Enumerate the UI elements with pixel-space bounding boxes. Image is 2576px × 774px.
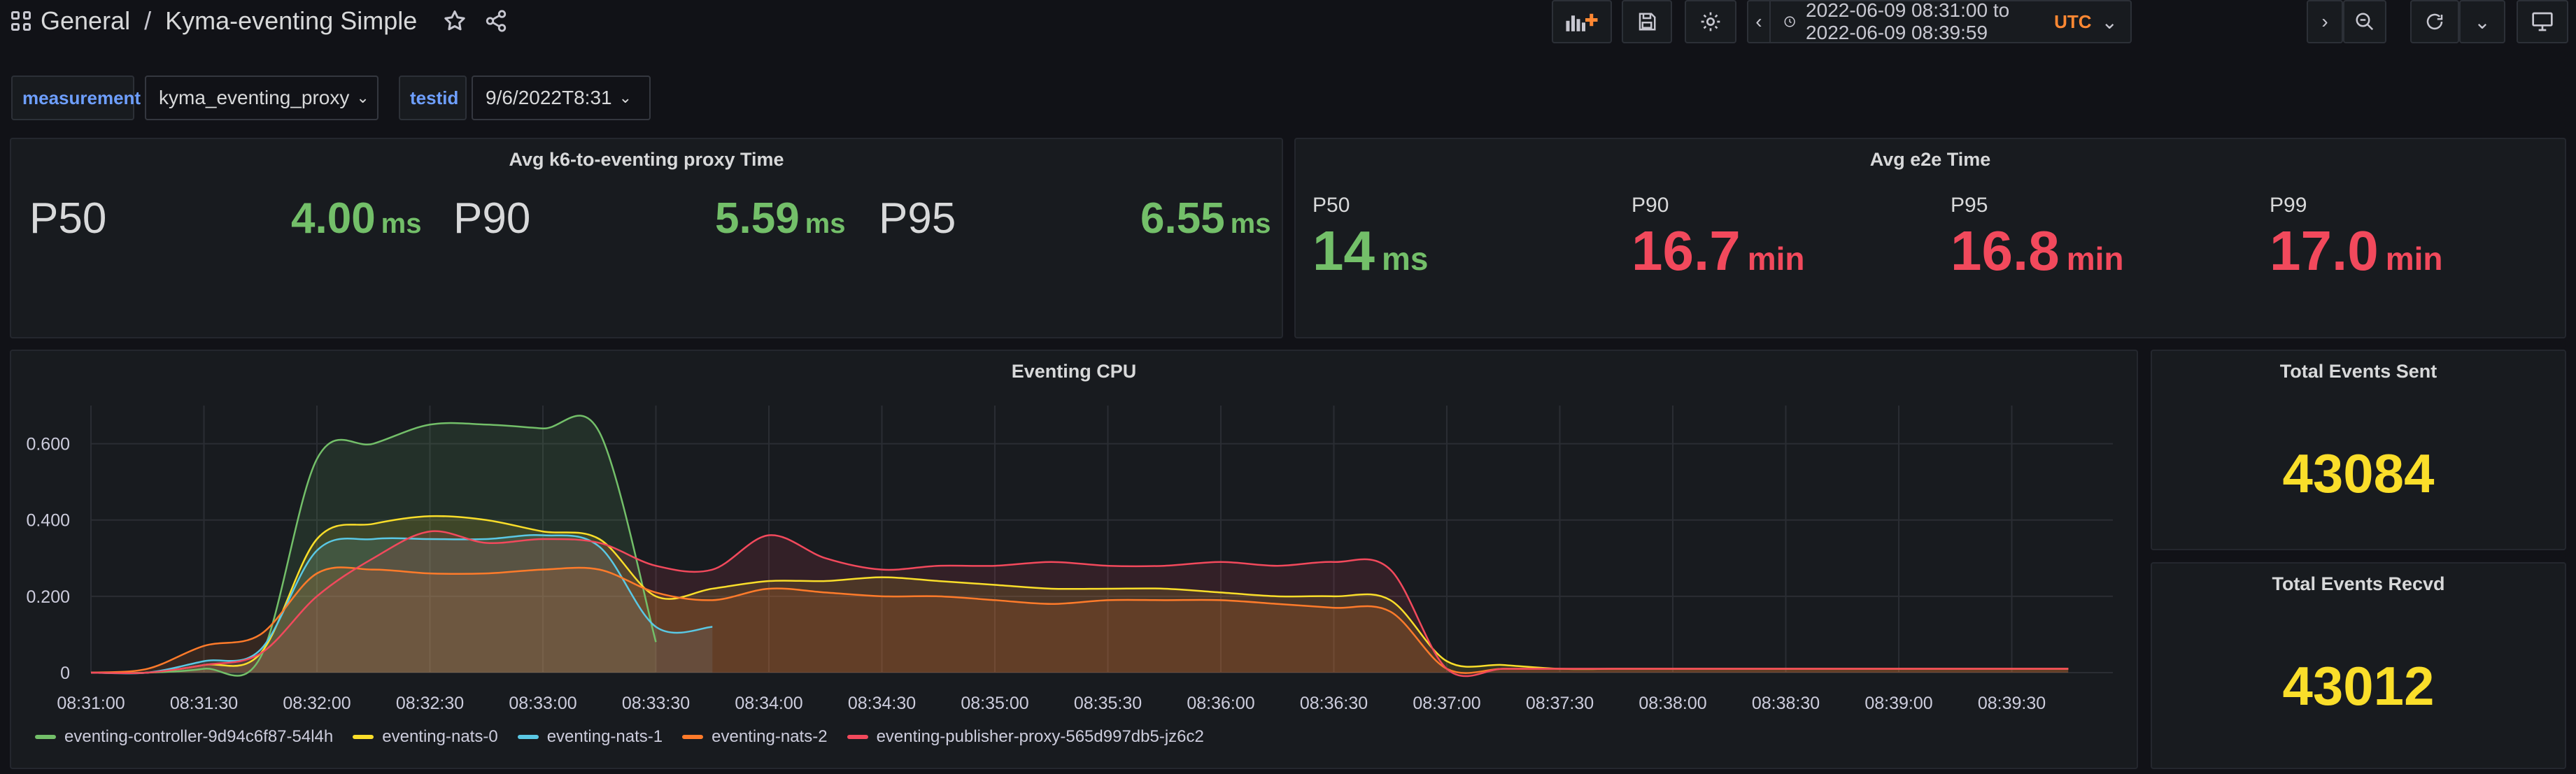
x-tick-label: 08:37:30 — [1526, 694, 1594, 713]
y-tick-label: 0.600 — [26, 435, 70, 454]
eventing-cpu-chart[interactable]: 0 0.200 0.400 0.600 08:31:00 08:31:30 08:32:00… — [0, 0, 2141, 774]
x-tick-label: 08:36:00 — [1187, 694, 1254, 713]
panel-title: Total Events Sent — [2279, 361, 2437, 382]
refresh-button[interactable] — [2410, 0, 2459, 43]
time-forward-button[interactable]: › — [2307, 0, 2343, 43]
stat-value: 43084 — [2282, 443, 2435, 504]
y-tick-label: 0.400 — [26, 511, 70, 531]
zoom-out-icon — [2356, 13, 2374, 31]
refresh-interval-dropdown[interactable]: ⌄ — [2459, 0, 2505, 43]
legend-label: eventing-nats-0 — [382, 727, 498, 746]
tv-mode-button[interactable] — [2517, 0, 2568, 43]
legend-label: eventing-controller-9d94c6f87-54l4h — [64, 727, 334, 746]
legend-swatch — [682, 735, 704, 739]
time-forward-icon: › — [2321, 10, 2328, 32]
legend-swatch — [517, 735, 539, 739]
x-tick-label: 08:38:00 — [1639, 694, 1706, 713]
chevron-down-icon: ⌄ — [2474, 10, 2491, 33]
panel-title: Total Events Recvd — [2272, 573, 2445, 594]
legend-item[interactable]: eventing-nats-1 — [517, 727, 663, 747]
x-tick-label: 08:34:00 — [735, 694, 802, 713]
x-tick-label: 08:31:00 — [57, 694, 125, 713]
x-tick-label: 08:39:30 — [1978, 694, 2046, 713]
x-tick-label: 08:38:30 — [1752, 694, 1820, 713]
x-tick-label: 08:35:30 — [1074, 694, 1142, 713]
refresh-icon — [2426, 13, 2443, 30]
x-tick-label: 08:36:30 — [1300, 694, 1368, 713]
stat-value: 17.0 — [2270, 220, 2379, 282]
legend-swatch — [353, 735, 374, 739]
legend-item[interactable]: eventing-nats-0 — [353, 727, 498, 747]
stat-name: P99 — [2270, 194, 2307, 217]
monitor-icon — [2532, 12, 2553, 31]
legend-label: eventing-nats-1 — [546, 727, 663, 746]
total-events-recvd-panel[interactable]: Total Events Recvd 43012 — [2151, 562, 2566, 769]
x-tick-label: 08:31:30 — [170, 694, 238, 713]
x-tick-label: 08:35:00 — [961, 694, 1028, 713]
x-tick-label: 08:32:30 — [396, 694, 464, 713]
legend-label: eventing-nats-2 — [712, 727, 828, 746]
stat-unit: min — [2385, 241, 2443, 277]
x-tick-label: 08:39:00 — [1864, 694, 1932, 713]
stat-value: 43012 — [2282, 655, 2435, 717]
series-area — [91, 531, 2069, 677]
legend-label: eventing-publisher-proxy-565d997db5-jz6c… — [876, 727, 1204, 746]
x-tick-label: 08:34:30 — [848, 694, 916, 713]
zoom-out-button[interactable] — [2343, 0, 2386, 43]
y-tick-label: 0 — [60, 664, 70, 683]
x-tick-label: 08:32:00 — [283, 694, 351, 713]
legend-item[interactable]: eventing-controller-9d94c6f87-54l4h — [35, 727, 333, 747]
chart-legend: eventing-controller-9d94c6f87-54l4h event… — [35, 727, 1204, 747]
legend-item[interactable]: eventing-nats-2 — [682, 727, 828, 747]
total-events-sent-panel[interactable]: Total Events Sent 43084 — [2151, 350, 2566, 550]
x-tick-label: 08:33:00 — [509, 694, 576, 713]
legend-swatch — [35, 735, 56, 739]
legend-item[interactable]: eventing-publisher-proxy-565d997db5-jz6c… — [847, 727, 1204, 747]
x-tick-label: 08:37:00 — [1413, 694, 1480, 713]
legend-swatch — [847, 735, 868, 739]
y-tick-label: 0.200 — [26, 587, 70, 607]
x-tick-label: 08:33:30 — [622, 694, 690, 713]
